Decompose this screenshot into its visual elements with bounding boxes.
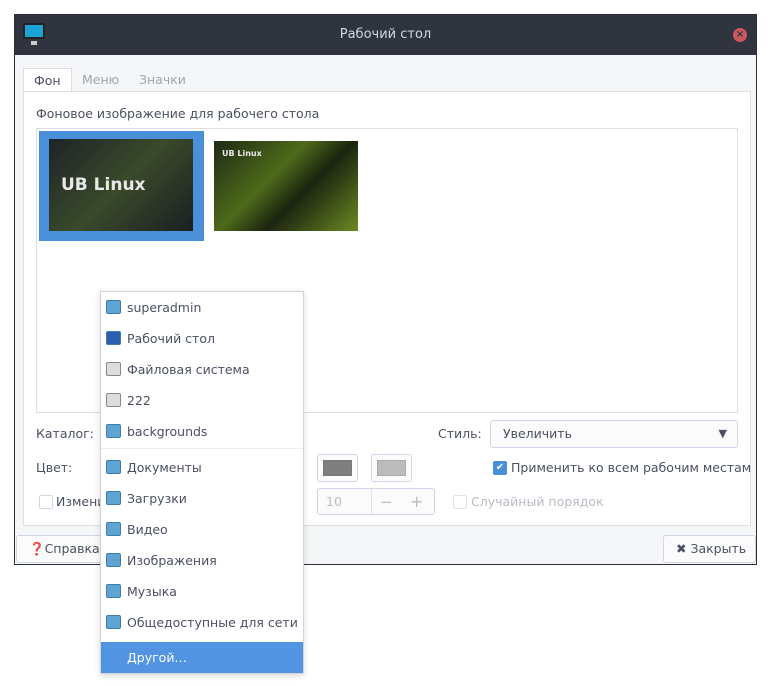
primary-color-button[interactable]	[317, 454, 358, 482]
wallpaper-image: UB Linux	[49, 139, 193, 231]
style-value: Увеличить	[503, 426, 572, 441]
color-swatch	[377, 460, 406, 476]
drive-icon	[106, 362, 121, 376]
menu-item[interactable]: Файловая система	[101, 354, 303, 385]
style-combobox[interactable]: Увеличить ▼	[490, 420, 738, 448]
help-icon: ❓	[29, 541, 45, 556]
tab-icons[interactable]: Значки	[129, 68, 196, 92]
close-x-icon: ✖	[676, 541, 691, 556]
music-folder-icon	[106, 584, 121, 598]
logo-text: UB Linux	[61, 175, 146, 195]
videos-folder-icon	[106, 522, 121, 536]
style-label: Стиль:	[438, 426, 482, 441]
window-title: Рабочий стол	[339, 27, 432, 42]
menu-item-label: Видео	[127, 522, 168, 537]
menu-item-label: Файловая система	[127, 362, 250, 377]
menu-item[interactable]: Общедоступные для сети	[101, 607, 303, 638]
chevron-down-icon: ▼	[718, 427, 727, 440]
catalog-label: Каталог:	[36, 426, 94, 441]
menu-item[interactable]: superadmin	[101, 292, 303, 323]
menu-item-label: Музыка	[127, 584, 177, 599]
title-bar: Рабочий стол ×	[15, 15, 756, 55]
menu-item-label: Общедоступные для сети	[127, 615, 298, 630]
secondary-color-button[interactable]	[371, 454, 412, 482]
wallpaper-thumbnail[interactable]: UB Linux	[214, 141, 358, 231]
menu-item[interactable]: 222	[101, 385, 303, 416]
logo-text: UB Linux	[222, 149, 262, 158]
menu-separator	[101, 448, 303, 449]
menu-item-label: Рабочий стол	[127, 331, 215, 346]
interval-spinbox[interactable]: 10 − +	[317, 488, 435, 515]
menu-item-label: Загрузки	[127, 491, 187, 506]
menu-item-label: Другой…	[127, 650, 187, 665]
menu-item-label: superadmin	[127, 300, 202, 315]
change-checkbox[interactable]	[39, 495, 53, 509]
tab-menu[interactable]: Меню	[72, 68, 129, 92]
menu-item[interactable]: Загрузки	[101, 483, 303, 514]
tab-background[interactable]: Фон	[23, 68, 72, 93]
desktop-app-icon-stand	[31, 41, 37, 45]
random-order-checkbox[interactable]	[453, 495, 467, 509]
menu-item[interactable]: Другой…	[101, 642, 303, 673]
close-icon[interactable]: ×	[733, 28, 747, 42]
folder-icon	[106, 424, 121, 438]
pictures-folder-icon	[106, 553, 121, 567]
color-swatch	[323, 460, 352, 476]
downloads-folder-icon	[106, 491, 121, 505]
documents-folder-icon	[106, 460, 121, 474]
help-button[interactable]: ❓Справка	[16, 535, 106, 563]
change-label: Измени	[56, 494, 106, 509]
apply-all-checkbox[interactable]: ✔	[493, 461, 507, 475]
minus-button[interactable]: −	[380, 493, 393, 511]
menu-item[interactable]: Документы	[101, 452, 303, 483]
menu-item-label: backgrounds	[127, 424, 208, 439]
wallpaper-thumbnail-selected[interactable]: UB Linux	[39, 131, 204, 241]
menu-item[interactable]: Музыка	[101, 576, 303, 607]
public-folder-icon	[106, 615, 121, 629]
divider	[371, 489, 372, 514]
plus-button[interactable]: +	[410, 492, 423, 511]
desktop-icon	[106, 331, 121, 345]
removable-drive-icon	[106, 393, 121, 407]
menu-item-label: 222	[127, 393, 151, 408]
menu-item[interactable]: backgrounds	[101, 416, 303, 447]
desktop-app-icon	[23, 23, 45, 39]
home-folder-icon	[106, 300, 121, 314]
random-order-label: Случайный порядок	[471, 494, 604, 509]
menu-item-label: Документы	[127, 460, 202, 475]
close-label: Закрыть	[690, 541, 747, 556]
menu-item-label: Изображения	[127, 553, 217, 568]
color-label: Цвет:	[36, 460, 73, 475]
catalog-dropdown-menu: superadmin Рабочий стол Файловая система 22…	[100, 291, 304, 674]
menu-item[interactable]: Рабочий стол	[101, 323, 303, 354]
menu-item[interactable]: Видео	[101, 514, 303, 545]
close-button[interactable]: ✖ Закрыть	[663, 535, 756, 563]
section-label: Фоновое изображение для рабочего стола	[36, 106, 320, 121]
apply-all-label: Применить ко всем рабочим местам	[511, 460, 752, 475]
interval-value: 10	[326, 494, 342, 509]
menu-item[interactable]: Изображения	[101, 545, 303, 576]
help-label: Справка	[44, 541, 100, 556]
